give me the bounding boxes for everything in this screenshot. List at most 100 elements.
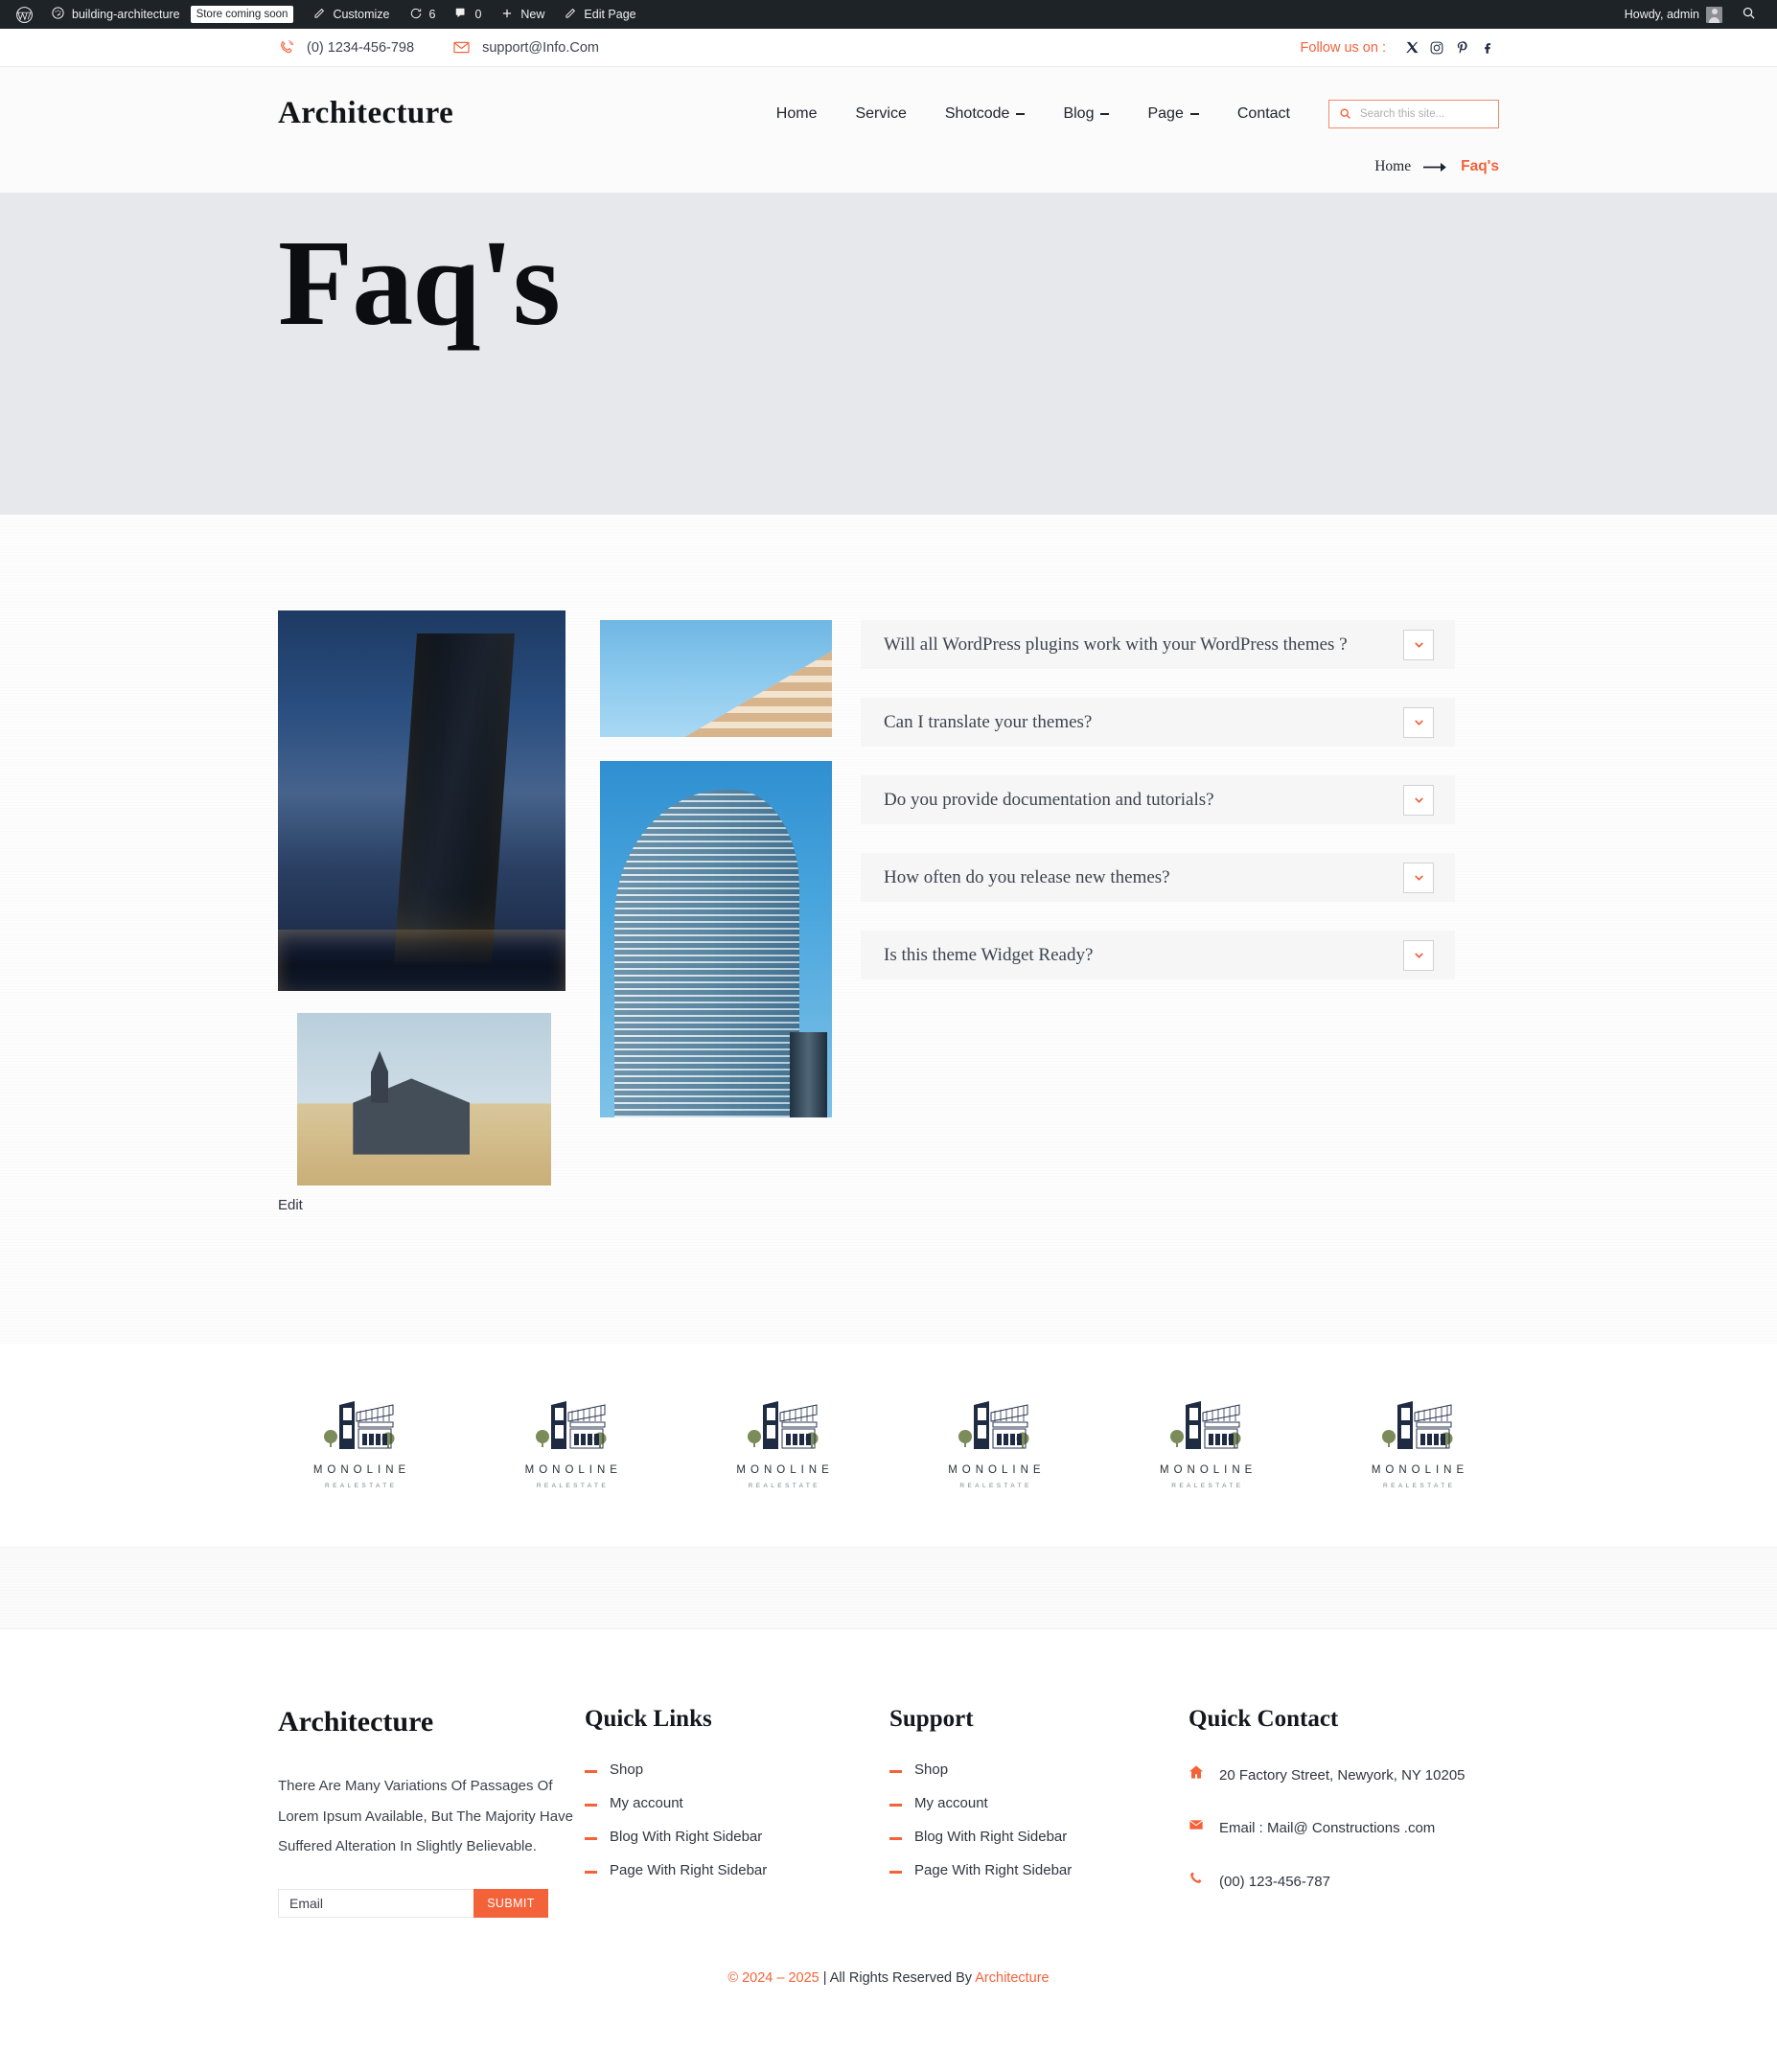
link-label: Page With Right Sidebar (610, 1862, 768, 1878)
client-logo[interactable]: MONOLINE REALESTATE (278, 1399, 441, 1489)
client-subtitle: REALESTATE (748, 1483, 820, 1489)
breadcrumb-home[interactable]: Home (1374, 158, 1411, 175)
plus-icon (500, 7, 514, 23)
chevron-down-icon[interactable] (1403, 939, 1434, 971)
list-item[interactable]: Page With Right Sidebar (585, 1862, 889, 1878)
list-item[interactable]: Shop (889, 1761, 1189, 1778)
search-input[interactable] (1360, 107, 1489, 120)
page-title: Faq's (278, 215, 561, 351)
site-header: Architecture Home Service Shotcode Blog … (0, 67, 1777, 158)
customize-label: Customize (333, 8, 390, 21)
header-email[interactable]: support@Info.Com (452, 38, 599, 57)
image-gallery: Edit (278, 610, 832, 1214)
faq-question: Do you provide documentation and tutoria… (884, 789, 1214, 810)
faq-item[interactable]: Will all WordPress plugins work with you… (861, 620, 1455, 669)
faq-item[interactable]: How often do you release new themes? (861, 853, 1455, 902)
client-logo[interactable]: MONOLINE REALESTATE (912, 1399, 1075, 1489)
site-logo[interactable]: Architecture (278, 96, 453, 131)
nav-item-shotcode[interactable]: Shotcode (926, 105, 1045, 123)
admin-bar-edit-page[interactable]: Edit Page (554, 0, 645, 29)
faq-item[interactable]: Is this theme Widget Ready? (861, 931, 1455, 979)
client-name: MONOLINE (312, 1464, 411, 1476)
list-item[interactable]: My account (889, 1795, 1189, 1811)
admin-bar-customize[interactable]: Customize (303, 0, 399, 29)
edit-page-label: Edit Page (584, 8, 636, 21)
admin-bar-updates[interactable]: 6 (400, 0, 446, 29)
client-logo[interactable]: MONOLINE REALESTATE (702, 1399, 865, 1489)
main-navigation: Home Service Shotcode Blog Page Contact (757, 99, 1499, 128)
wp-admin-bar: building-architecture Store coming soon … (0, 0, 1777, 29)
client-name: MONOLINE (1371, 1464, 1469, 1476)
page-hero: Faq's (0, 193, 1777, 515)
copyright-years: © 2024 – 2025 (727, 1969, 819, 1986)
client-logo[interactable]: MONOLINE REALESTATE (1124, 1399, 1287, 1489)
nav-item-contact[interactable]: Contact (1218, 105, 1309, 123)
client-logo[interactable]: MONOLINE REALESTATE (1336, 1399, 1499, 1489)
dash-icon (889, 1804, 902, 1807)
nav-label: Shotcode (944, 104, 1010, 122)
instagram-icon[interactable] (1424, 35, 1449, 60)
howdy-label: Howdy, admin (1624, 8, 1699, 21)
edit-link[interactable]: Edit (278, 1197, 303, 1213)
nav-item-page[interactable]: Page (1128, 105, 1217, 123)
email-field[interactable] (278, 1888, 473, 1918)
client-subtitle: REALESTATE (1171, 1483, 1244, 1489)
header-phone[interactable]: (0) 1234-456-798 (278, 39, 414, 57)
faq-item[interactable]: Can I translate your themes? (861, 698, 1455, 747)
x-twitter-icon[interactable] (1399, 35, 1424, 60)
link-label: Page With Right Sidebar (914, 1862, 1073, 1878)
client-name: MONOLINE (948, 1464, 1046, 1476)
support-list: Shop My account Blog With Right Sidebar … (889, 1761, 1189, 1878)
link-label: Shop (610, 1761, 644, 1778)
nav-item-service[interactable]: Service (836, 105, 925, 123)
list-item[interactable]: Page With Right Sidebar (889, 1862, 1189, 1878)
client-subtitle: REALESTATE (1383, 1483, 1456, 1489)
contact-phone[interactable]: (00) 123-456-787 (1189, 1868, 1476, 1896)
arrow-right-icon (1423, 162, 1448, 173)
new-label: New (520, 8, 545, 21)
contact-email[interactable]: Email : Mail@ Constructions .com (1189, 1814, 1476, 1842)
admin-bar-site-name[interactable]: building-architecture Store coming soon (41, 0, 303, 29)
envelope-icon (452, 38, 471, 57)
contact-list: 20 Factory Street, Newyork, NY 10205 Ema… (1189, 1761, 1499, 1896)
pinterest-icon[interactable] (1449, 35, 1474, 60)
envelope-icon (1189, 1817, 1204, 1832)
copyright-text: | All Rights Reserved By (819, 1969, 976, 1986)
admin-bar-my-account[interactable]: Howdy, admin (1615, 0, 1732, 29)
admin-bar-search[interactable] (1732, 0, 1765, 29)
chevron-down-icon[interactable] (1403, 862, 1434, 893)
footer-description: There Are Many Variations Of Passages Of… (278, 1778, 573, 1854)
list-item[interactable]: Shop (585, 1761, 889, 1778)
monoline-house-icon (1165, 1399, 1247, 1458)
chevron-down-icon[interactable] (1403, 706, 1434, 738)
nav-item-home[interactable]: Home (757, 105, 837, 123)
chevron-down-icon (1189, 112, 1199, 115)
nav-label: Blog (1063, 104, 1095, 122)
faq-item[interactable]: Do you provide documentation and tutoria… (861, 775, 1455, 824)
store-coming-soon-badge[interactable]: Store coming soon (190, 5, 294, 24)
chevron-down-icon (1100, 112, 1110, 115)
dash-icon (585, 1837, 597, 1840)
support-title: Support (889, 1706, 974, 1732)
monoline-house-icon (318, 1399, 401, 1458)
footer-logo[interactable]: Architecture (278, 1706, 585, 1738)
phone-ring-icon (278, 39, 295, 57)
breadcrumb-bar: Home Faq's (0, 158, 1777, 193)
chevron-down-icon[interactable] (1403, 629, 1434, 660)
list-item[interactable]: Blog With Right Sidebar (889, 1829, 1189, 1845)
chevron-down-icon[interactable] (1403, 784, 1434, 816)
list-item[interactable]: Blog With Right Sidebar (585, 1829, 889, 1845)
client-subtitle: REALESTATE (959, 1483, 1032, 1489)
copyright-brand-link[interactable]: Architecture (975, 1970, 1049, 1986)
client-logo[interactable]: MONOLINE REALESTATE (490, 1399, 653, 1489)
submit-button[interactable]: SUBMIT (473, 1888, 548, 1918)
admin-bar-wp-logo[interactable] (12, 0, 41, 29)
client-name: MONOLINE (1160, 1464, 1258, 1476)
nav-item-blog[interactable]: Blog (1044, 105, 1128, 123)
list-item[interactable]: My account (585, 1795, 889, 1811)
facebook-icon[interactable] (1474, 35, 1499, 60)
admin-bar-new[interactable]: New (491, 0, 554, 29)
site-name-label: building-architecture (72, 8, 180, 21)
admin-bar-comments[interactable]: 0 (445, 0, 491, 29)
header-search[interactable] (1328, 99, 1499, 128)
